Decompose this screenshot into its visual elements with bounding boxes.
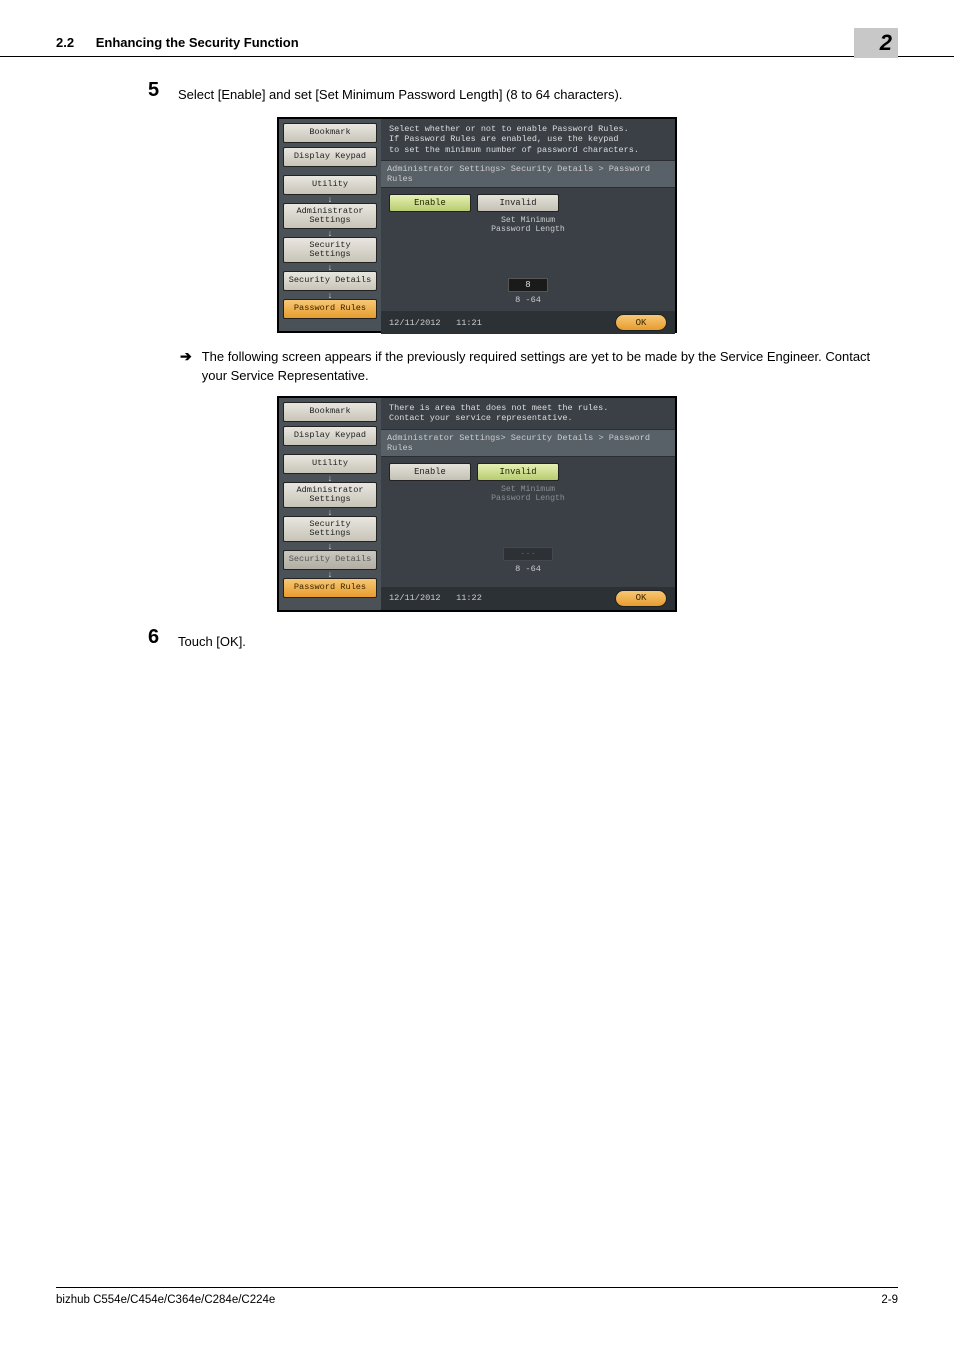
min-password-length-label: Set Minimum Password Length (389, 485, 667, 503)
page-content: 5 Select [Enable] and set [Set Minimum P… (0, 59, 954, 651)
down-arrow-icon: ↓ (327, 196, 332, 202)
security-details-button[interactable]: Security Details (283, 550, 377, 570)
bookmark-button[interactable]: Bookmark (283, 402, 377, 422)
utility-button[interactable]: Utility (283, 175, 377, 195)
display-keypad-button[interactable]: Display Keypad (283, 426, 377, 446)
invalid-tab[interactable]: Invalid (477, 194, 559, 212)
mfp-panel-screenshot-1: Bookmark Display Keypad Utility ↓ Admini… (277, 117, 677, 333)
section-number: 2.2 (56, 35, 74, 50)
down-arrow-icon: ↓ (327, 509, 332, 515)
min-password-length-value[interactable]: 8 (508, 278, 547, 292)
down-arrow-icon: ↓ (327, 230, 332, 236)
arrow-right-icon: ➔ (180, 347, 192, 365)
step-5: 5 Select [Enable] and set [Set Minimum P… (148, 79, 898, 105)
section-title: Enhancing the Security Function (96, 35, 299, 50)
range-text: 8 -64 (389, 564, 667, 574)
down-arrow-icon: ↓ (327, 571, 332, 577)
panel-message: There is area that does not meet the rul… (381, 398, 675, 429)
page-footer: bizhub C554e/C454e/C364e/C284e/C224e 2-9 (56, 1287, 898, 1306)
date: 12/11/2012 (389, 593, 441, 603)
down-arrow-icon: ↓ (327, 543, 332, 549)
step-text: Touch [OK]. (178, 626, 246, 652)
admin-settings-button[interactable]: Administrator Settings (283, 482, 377, 508)
mfp-panel-screenshot-2: Bookmark Display Keypad Utility ↓ Admini… (277, 396, 677, 612)
time: 11:21 (456, 318, 482, 328)
time: 11:22 (456, 593, 482, 603)
down-arrow-icon: ↓ (327, 475, 332, 481)
section-heading: 2.2 Enhancing the Security Function (56, 35, 299, 56)
enable-tab[interactable]: Enable (389, 463, 471, 481)
note-text: The following screen appears if the prev… (202, 347, 898, 386)
breadcrumb: Administrator Settings> Security Details… (381, 160, 675, 188)
invalid-tab[interactable]: Invalid (477, 463, 559, 481)
page-header: 2.2 Enhancing the Security Function 2 (0, 0, 954, 57)
model-name: bizhub C554e/C454e/C364e/C284e/C224e (56, 1294, 275, 1306)
step-number: 6 (148, 626, 178, 649)
panel-sidebar: Bookmark Display Keypad Utility ↓ Admini… (279, 119, 381, 331)
chapter-badge: 2 (854, 28, 898, 58)
security-details-button[interactable]: Security Details (283, 271, 377, 291)
step-text: Select [Enable] and set [Set Minimum Pas… (178, 79, 622, 105)
date: 12/11/2012 (389, 318, 441, 328)
min-password-length-value: --- (503, 547, 553, 561)
display-keypad-button[interactable]: Display Keypad (283, 147, 377, 167)
step-6: 6 Touch [OK]. (148, 626, 898, 652)
panel-sidebar: Bookmark Display Keypad Utility ↓ Admini… (279, 398, 381, 610)
note-bullet: ➔ The following screen appears if the pr… (180, 347, 898, 386)
min-password-length-label: Set Minimum Password Length (389, 216, 667, 234)
ok-button[interactable]: OK (615, 314, 667, 331)
datetime: 12/11/2012 11:21 (389, 318, 482, 328)
utility-button[interactable]: Utility (283, 454, 377, 474)
security-settings-button[interactable]: Security Settings (283, 237, 377, 263)
datetime: 12/11/2012 11:22 (389, 593, 482, 603)
enable-tab[interactable]: Enable (389, 194, 471, 212)
password-rules-button[interactable]: Password Rules (283, 578, 377, 598)
step-number: 5 (148, 79, 178, 102)
ok-button[interactable]: OK (615, 590, 667, 607)
password-rules-button[interactable]: Password Rules (283, 299, 377, 319)
down-arrow-icon: ↓ (327, 264, 332, 270)
range-text: 8 -64 (389, 295, 667, 305)
panel-message: Select whether or not to enable Password… (381, 119, 675, 161)
down-arrow-icon: ↓ (327, 292, 332, 298)
security-settings-button[interactable]: Security Settings (283, 516, 377, 542)
page-number: 2-9 (881, 1294, 898, 1306)
breadcrumb: Administrator Settings> Security Details… (381, 429, 675, 457)
bookmark-button[interactable]: Bookmark (283, 123, 377, 143)
admin-settings-button[interactable]: Administrator Settings (283, 203, 377, 229)
